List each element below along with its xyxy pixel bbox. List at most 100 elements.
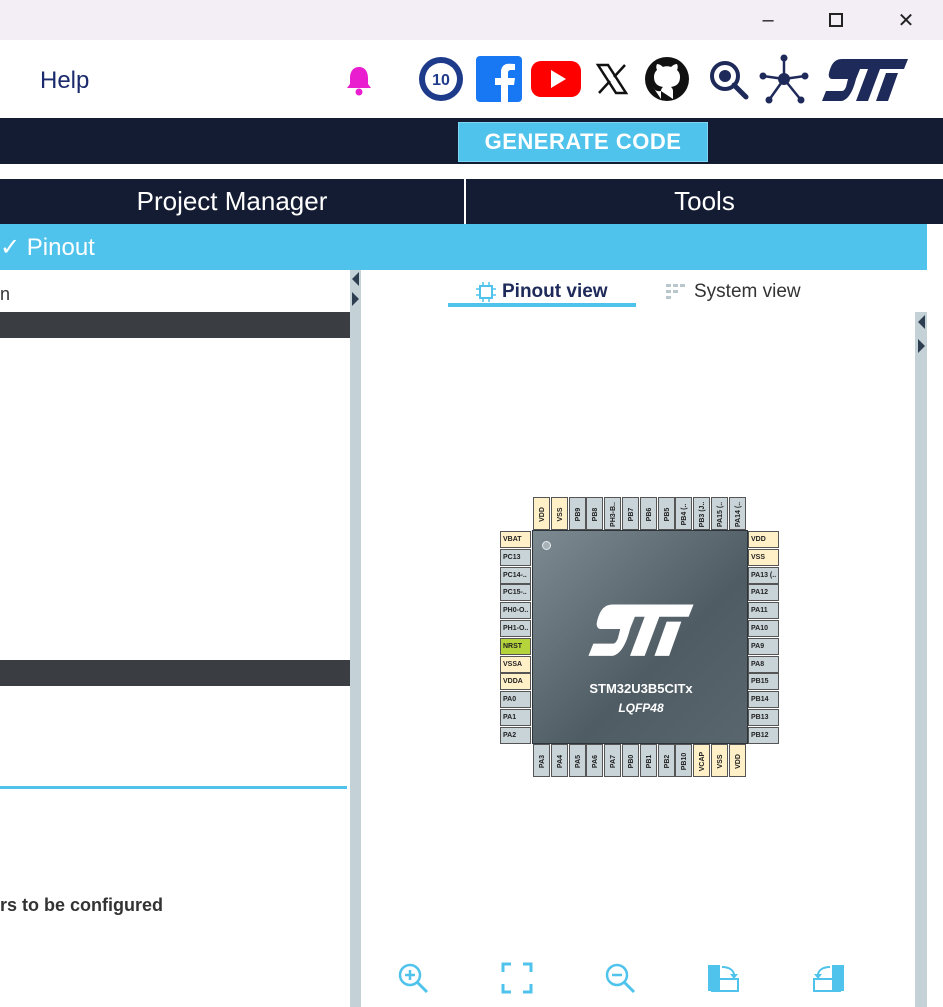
- zoom-in-icon[interactable]: [393, 958, 433, 998]
- close-button[interactable]: ✕: [886, 6, 926, 34]
- pin-label: PB8: [592, 507, 600, 522]
- tab-system-view[interactable]: System view: [666, 280, 801, 304]
- pin-left-12[interactable]: PA2: [500, 726, 531, 744]
- pin-left-4[interactable]: PC15-..: [500, 584, 531, 602]
- pin-label: PB10: [681, 752, 689, 771]
- chip-package: LQFP48: [618, 701, 664, 715]
- pin-right-10[interactable]: PB14: [748, 691, 779, 709]
- pin-left-8[interactable]: VSSA: [500, 655, 531, 673]
- pin-label: PB0: [628, 754, 635, 769]
- pin-top-9[interactable]: PB4 (..: [675, 497, 693, 530]
- pin-bottom-2[interactable]: PA4: [550, 744, 568, 777]
- pin-top-3[interactable]: PB9: [568, 497, 586, 530]
- pin-label: VSS: [556, 507, 564, 522]
- pin-bottom-10[interactable]: VCAP: [693, 744, 711, 777]
- pin-label: VDD: [539, 507, 546, 522]
- search-community-icon[interactable]: [706, 54, 750, 104]
- mcu-chip[interactable]: STM32U3B5CITx LQFP48: [532, 530, 748, 744]
- maximize-button[interactable]: [816, 6, 856, 34]
- st-logo[interactable]: [818, 54, 912, 104]
- minimize-button[interactable]: –: [748, 6, 788, 34]
- pin-right-11[interactable]: PB13: [748, 709, 779, 726]
- left-pane-section-bar: [0, 660, 350, 686]
- x-icon[interactable]: [592, 54, 632, 104]
- pin-top-5[interactable]: PH3-B..: [604, 497, 622, 530]
- pin-top-8[interactable]: PB5: [657, 497, 675, 530]
- bell-icon[interactable]: [344, 64, 374, 101]
- pin-bottom-11[interactable]: VSS: [711, 744, 728, 777]
- title-bar: – ✕: [0, 0, 943, 40]
- pin-left-2[interactable]: PC13: [500, 548, 531, 566]
- rotate-left-icon[interactable]: [808, 958, 848, 998]
- pane-splitter[interactable]: [350, 270, 361, 1007]
- 10-year-badge-icon[interactable]: 10: [416, 54, 466, 104]
- pin-right-4[interactable]: PA12: [748, 584, 779, 602]
- pin-bottom-8[interactable]: PB2: [657, 744, 675, 777]
- pin-label: VDD: [734, 754, 742, 769]
- pin-label: PA15 (..: [717, 501, 724, 528]
- youtube-icon[interactable]: [530, 54, 582, 104]
- generate-code-button[interactable]: GENERATE CODE: [458, 122, 708, 162]
- pin-right-9[interactable]: PB15: [748, 673, 779, 691]
- pin-label: PA5: [574, 754, 582, 769]
- pin-top-2[interactable]: VSS: [550, 497, 568, 530]
- pin-left-7[interactable]: NRST: [500, 637, 531, 655]
- pin-left-3[interactable]: PC14-..: [500, 566, 531, 584]
- pin-bottom-9[interactable]: PB10: [675, 744, 693, 777]
- pin-label: PA4: [556, 754, 564, 769]
- pin-top-12[interactable]: PA14 (..: [728, 497, 746, 530]
- pin-label: PB6: [645, 507, 653, 522]
- pin-top-1[interactable]: VDD: [533, 497, 550, 530]
- left-pane: n rs to be configured: [0, 270, 350, 1007]
- pin-right-5[interactable]: PA11: [748, 602, 779, 620]
- tab-project-manager[interactable]: Project Manager: [0, 179, 464, 224]
- network-icon[interactable]: [758, 54, 810, 104]
- pin-label: VSS: [717, 754, 724, 769]
- pin-label: VCAP: [699, 751, 707, 772]
- menu-bar: Help 10: [0, 40, 943, 118]
- pin-left-10[interactable]: PA0: [500, 691, 531, 709]
- pin-right-7[interactable]: PA9: [748, 637, 779, 655]
- pin-bottom-4[interactable]: PA6: [586, 744, 604, 777]
- maximize-icon: [829, 13, 843, 27]
- pin-bottom-3[interactable]: PA5: [568, 744, 586, 777]
- pin-left-5[interactable]: PH0-O..: [500, 602, 531, 620]
- pin-top-4[interactable]: PB8: [586, 497, 604, 530]
- pin-bottom-6[interactable]: PB0: [622, 744, 639, 777]
- pin-left-9[interactable]: VDDA: [500, 673, 531, 691]
- zoom-out-icon[interactable]: [600, 958, 640, 998]
- pin1-marker: [542, 541, 551, 550]
- pin-left-6[interactable]: PH1-O..: [500, 620, 531, 637]
- system-view-icon: [666, 284, 685, 299]
- pin-right-3[interactable]: PA13 (..: [748, 566, 779, 584]
- pin-left-1[interactable]: VBAT: [500, 531, 531, 548]
- pin-top-6[interactable]: PB7: [622, 497, 639, 530]
- pin-top-11[interactable]: PA15 (..: [711, 497, 728, 530]
- tab-tools[interactable]: Tools: [466, 179, 943, 224]
- menu-help[interactable]: Help: [40, 67, 89, 95]
- rotate-right-icon[interactable]: [704, 958, 744, 998]
- pin-label: PB3 (J..: [699, 501, 707, 528]
- pin-left-11[interactable]: PA1: [500, 709, 531, 726]
- pin-right-2[interactable]: VSS: [748, 548, 779, 566]
- right-gutter: [927, 270, 943, 1007]
- fit-screen-icon[interactable]: [497, 958, 537, 998]
- pinout-subtab[interactable]: ✓ Pinout: [0, 224, 927, 270]
- pin-top-10[interactable]: PB3 (J..: [693, 497, 711, 530]
- chip-icon: [476, 282, 496, 302]
- right-scrollbar[interactable]: [915, 312, 927, 1007]
- github-icon[interactable]: [642, 54, 692, 104]
- pin-right-12[interactable]: PB12: [748, 726, 779, 744]
- pin-label: PB4 (..: [681, 503, 689, 526]
- tab-pinout-view[interactable]: Pinout view: [476, 280, 608, 304]
- pin-bottom-7[interactable]: PB1: [639, 744, 657, 777]
- config-status-text: rs to be configured: [0, 895, 164, 915]
- pin-bottom-12[interactable]: VDD: [728, 744, 746, 777]
- pin-right-1[interactable]: VDD: [748, 531, 779, 548]
- pin-right-8[interactable]: PA8: [748, 655, 779, 673]
- pin-top-7[interactable]: PB6: [639, 497, 657, 530]
- pin-right-6[interactable]: PA10: [748, 620, 779, 637]
- pin-bottom-1[interactable]: PA3: [533, 744, 550, 777]
- pin-bottom-5[interactable]: PA7: [604, 744, 622, 777]
- facebook-icon[interactable]: [474, 54, 524, 104]
